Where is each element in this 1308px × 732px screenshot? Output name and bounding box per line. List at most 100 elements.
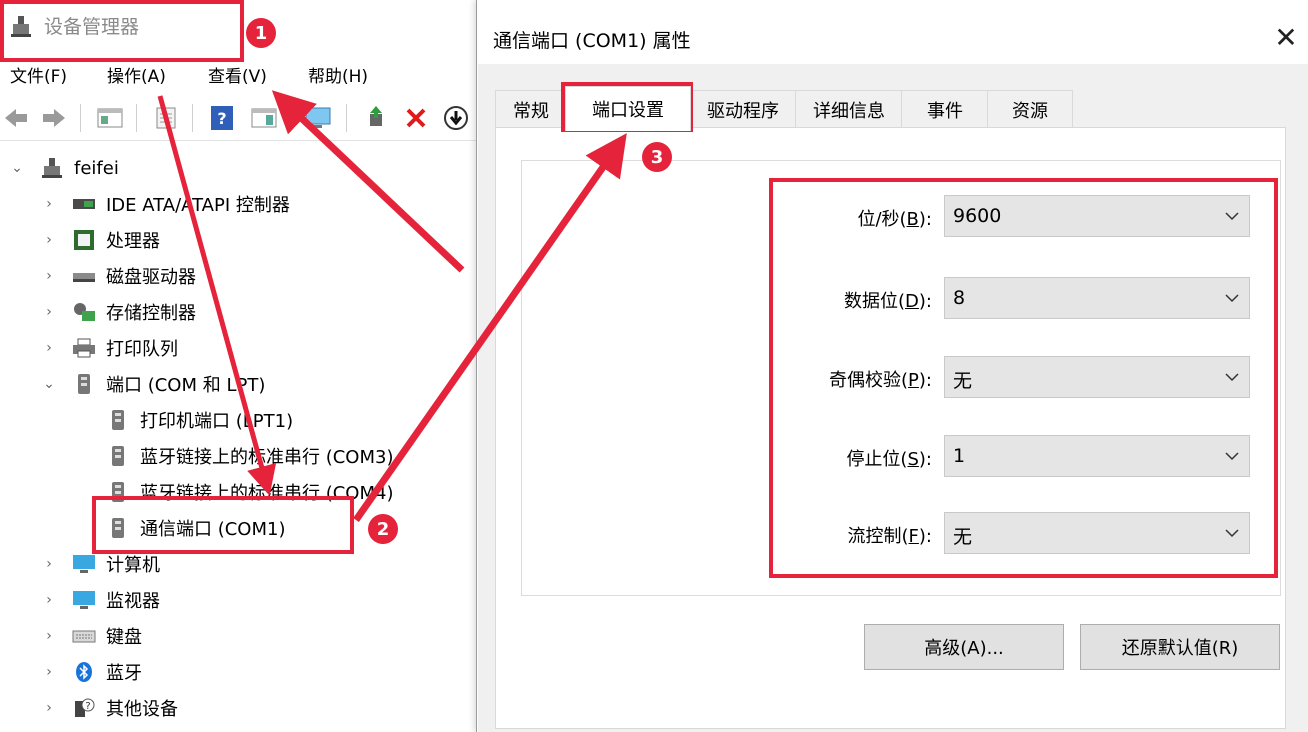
tree-item-label: 存储控制器	[106, 303, 196, 324]
tab-port-settings[interactable]: 端口设置	[565, 86, 691, 131]
help-icon[interactable]: ?	[208, 104, 236, 132]
unknown-device-icon: ?	[75, 698, 95, 717]
tree-item-label: IDE ATA/ATAPI 控制器	[106, 195, 290, 216]
tree-item-other-devices[interactable]: › ? 其他设备	[40, 690, 178, 726]
tree-port-com1[interactable]: 通信端口 (COM1)	[106, 510, 286, 546]
device-manager-window: 设备管理器 文件(F) 操作(A) 查看(V) 帮助(H) ? ⌄ feifei…	[0, 0, 478, 732]
device-manager-title: 设备管理器	[44, 16, 140, 38]
chevron-right-icon[interactable]: ›	[40, 591, 58, 609]
svg-text:?: ?	[85, 701, 90, 712]
tree-item-label: 打印队列	[106, 339, 178, 360]
tree-port-label: 蓝牙链接上的标准串行 (COM4)	[140, 483, 394, 504]
action-pane-icon[interactable]	[250, 104, 278, 132]
data-bits-label: 数据位(D):	[844, 291, 932, 312]
scan-hardware-monitor-icon[interactable]	[304, 104, 332, 132]
baud-rate-value: 9600	[953, 205, 1002, 227]
tree-port-com4[interactable]: 蓝牙链接上的标准串行 (COM4)	[106, 474, 393, 510]
forward-arrow-icon[interactable]	[40, 104, 68, 132]
tree-item-label: 监视器	[106, 591, 160, 612]
svg-text:?: ?	[217, 109, 226, 128]
chevron-right-icon[interactable]: ›	[40, 231, 58, 249]
chevron-right-icon[interactable]: ›	[40, 195, 58, 213]
restore-defaults-button[interactable]: 还原默认值(R)	[1080, 624, 1280, 670]
tree-port-label: 通信端口 (COM1)	[140, 519, 286, 540]
tab-general[interactable]: 常规	[495, 90, 567, 129]
computer-root-icon	[42, 158, 62, 178]
keyboard-icon	[72, 630, 96, 643]
tab-resources[interactable]: 资源	[987, 90, 1073, 129]
tab-driver[interactable]: 驱动程序	[689, 90, 797, 129]
tree-port-lpt1[interactable]: 打印机端口 (LPT1)	[106, 402, 293, 438]
tree-item-disk-drives[interactable]: › 磁盘驱动器	[40, 258, 196, 294]
processor-chip-icon	[74, 230, 94, 250]
menu-view[interactable]: 查看(V)	[208, 62, 267, 87]
chevron-down-icon[interactable]: ⌄	[8, 159, 26, 177]
stop-bits-label: 停止位(S):	[846, 449, 932, 470]
data-bits-select[interactable]: 8	[944, 277, 1250, 319]
back-arrow-icon[interactable]	[2, 104, 30, 132]
uninstall-device-icon[interactable]	[402, 104, 430, 132]
chevron-down-icon	[1225, 452, 1239, 461]
advanced-button[interactable]: 高级(A)...	[864, 624, 1064, 670]
chevron-right-icon[interactable]: ›	[40, 555, 58, 573]
device-manager-icon	[11, 16, 31, 37]
flow-control-label: 流控制(F):	[847, 526, 932, 547]
properties-sheet-icon[interactable]	[152, 104, 180, 132]
annotation-badge-3: 3	[642, 142, 672, 172]
chevron-right-icon[interactable]: ›	[40, 303, 58, 321]
menu-file[interactable]: 文件(F)	[10, 62, 67, 87]
tree-item-ports[interactable]: ⌄ 端口 (COM 和 LPT)	[40, 366, 265, 402]
chevron-right-icon[interactable]: ›	[40, 699, 58, 717]
chevron-right-icon[interactable]: ›	[40, 663, 58, 681]
tree-root-node[interactable]: ⌄ feifei	[8, 150, 119, 186]
tree-port-com3[interactable]: 蓝牙链接上的标准串行 (COM3)	[106, 438, 393, 474]
port-connector-icon	[112, 518, 124, 538]
computer-monitor-icon	[73, 555, 95, 573]
tree-item-keyboards[interactable]: › 键盘	[40, 618, 142, 654]
tree-item-label: 计算机	[106, 555, 160, 576]
menu-action[interactable]: 操作(A)	[107, 62, 166, 87]
ide-controller-icon	[73, 199, 95, 209]
close-icon[interactable]: ✕	[1271, 21, 1301, 54]
chevron-down-icon	[1225, 212, 1239, 221]
tree-item-ide-controller[interactable]: › IDE ATA/ATAPI 控制器	[40, 186, 290, 222]
tree-item-computer[interactable]: › 计算机	[40, 546, 160, 582]
port-connector-icon	[112, 482, 124, 502]
tree-item-storage-controllers[interactable]: › 存储控制器	[40, 294, 196, 330]
chevron-right-icon[interactable]: ›	[40, 627, 58, 645]
show-hide-console-tree-icon[interactable]	[96, 104, 124, 132]
tree-port-label: 蓝牙链接上的标准串行 (COM3)	[140, 447, 394, 468]
update-driver-icon[interactable]	[362, 104, 390, 132]
chevron-right-icon[interactable]: ›	[40, 267, 58, 285]
disk-drive-icon	[73, 273, 95, 282]
stop-bits-select[interactable]: 1	[944, 435, 1250, 477]
tree-item-processor[interactable]: › 处理器	[40, 222, 160, 258]
tree-root-label: feifei	[74, 157, 119, 179]
tree-item-label: 其他设备	[106, 699, 178, 720]
annotation-badge-2: 2	[368, 514, 398, 544]
chevron-down-icon	[1225, 294, 1239, 303]
toolbar: ?	[0, 96, 478, 141]
parity-select[interactable]: 无	[944, 356, 1250, 398]
port-connector-icon	[112, 446, 124, 466]
tree-item-print-queues[interactable]: › 打印队列	[40, 330, 178, 366]
tree-item-bluetooth[interactable]: › 蓝牙	[40, 654, 142, 690]
baud-rate-label: 位/秒(B):	[857, 209, 932, 230]
tree-item-label: 蓝牙	[106, 663, 142, 684]
device-tree: ⌄ feifei › IDE ATA/ATAPI 控制器 › 处理器 › 磁盘驱…	[0, 150, 478, 732]
tree-item-monitors[interactable]: › 监视器	[40, 582, 160, 618]
dialog-title: 通信端口 (COM1) 属性	[493, 30, 691, 52]
flow-control-select[interactable]: 无	[944, 512, 1250, 554]
chevron-right-icon[interactable]: ›	[40, 339, 58, 357]
printer-icon	[73, 338, 95, 358]
chevron-down-icon[interactable]: ⌄	[40, 375, 58, 393]
baud-rate-select[interactable]: 9600	[944, 195, 1250, 237]
tab-events[interactable]: 事件	[901, 90, 989, 129]
port-properties-dialog: 通信端口 (COM1) 属性 ✕ 常规 端口设置 驱动程序 详细信息 事件 资源…	[476, 0, 1308, 732]
tree-port-label: 打印机端口 (LPT1)	[140, 411, 294, 432]
monitor-icon	[73, 591, 95, 609]
tab-details[interactable]: 详细信息	[795, 90, 903, 129]
menu-help[interactable]: 帮助(H)	[308, 62, 368, 87]
tree-item-label: 端口 (COM 和 LPT)	[106, 375, 266, 396]
disable-device-icon[interactable]	[442, 104, 470, 132]
